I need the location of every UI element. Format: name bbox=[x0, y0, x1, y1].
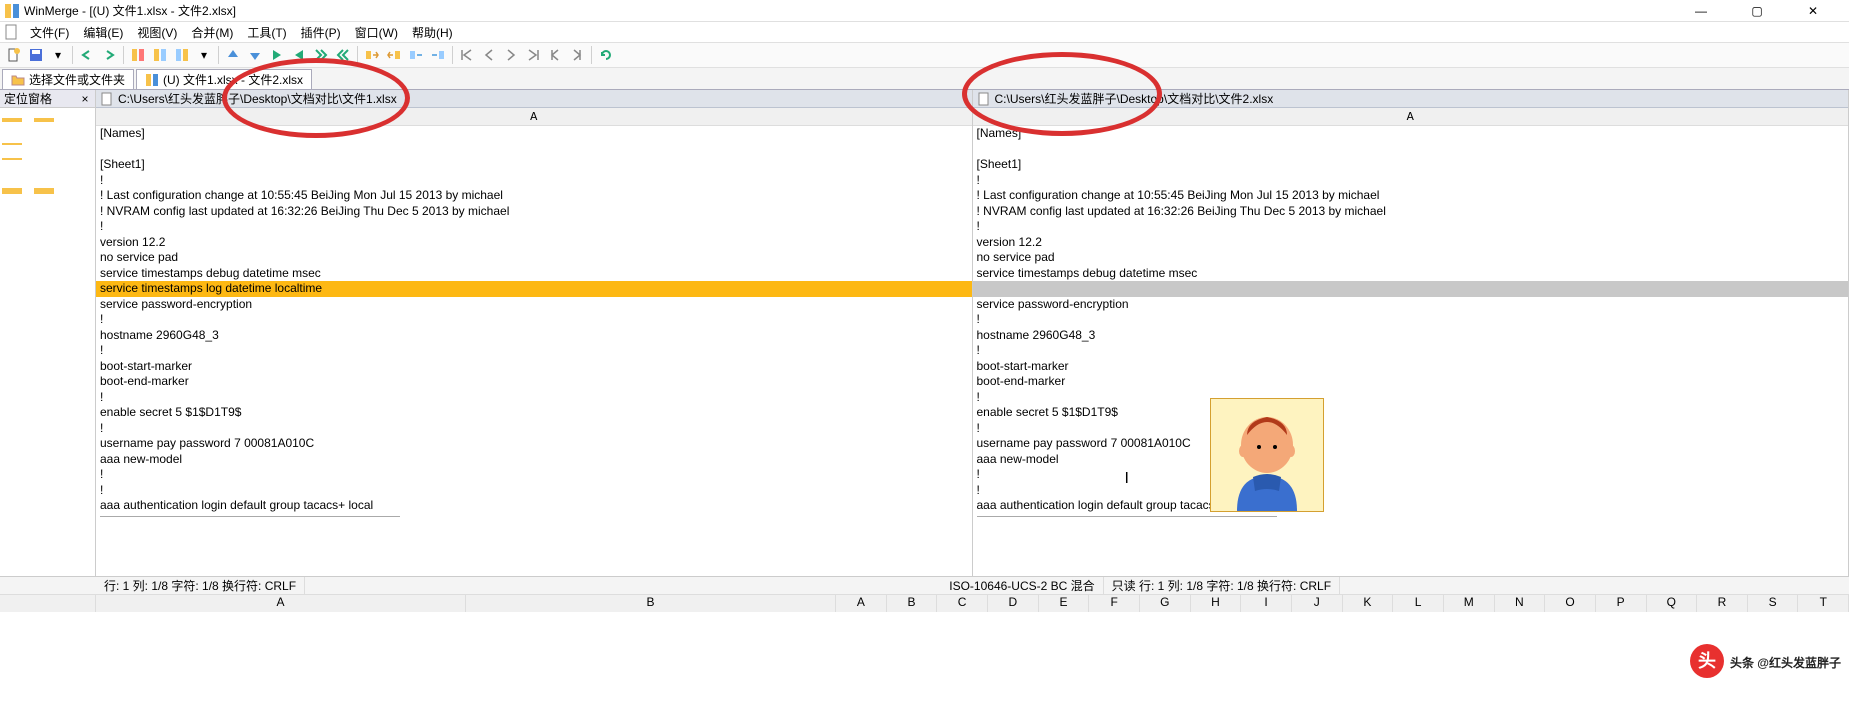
tb-last-icon[interactable] bbox=[523, 45, 543, 65]
tb-redo-icon[interactable] bbox=[99, 45, 119, 65]
tb-copy-right2-icon[interactable] bbox=[406, 45, 426, 65]
close-button[interactable]: ✕ bbox=[1793, 4, 1833, 18]
loc-strip-left[interactable] bbox=[0, 108, 24, 576]
status-right: 行: 1 列: 1/8 字符: 1/8 换行符: CRLF bbox=[1139, 579, 1331, 593]
tb-first-icon[interactable] bbox=[457, 45, 477, 65]
file-icon bbox=[100, 92, 114, 106]
status-left: 行: 1 列: 1/8 字符: 1/8 换行符: CRLF bbox=[96, 577, 305, 594]
watermark-logo-icon: 头条 bbox=[1690, 644, 1724, 678]
left-pane: A [Names] [Sheet1]!! Last configuration … bbox=[96, 90, 973, 576]
doc-icon bbox=[4, 24, 20, 40]
watermark: 头条头条 @红头发蓝胖子 bbox=[1690, 643, 1841, 678]
tb-right-all-icon[interactable] bbox=[311, 45, 331, 65]
tb-dropdown-icon[interactable]: ▾ bbox=[48, 45, 68, 65]
menu-plugins[interactable]: 插件(P) bbox=[295, 23, 347, 42]
statusbar: 行: 1 列: 1/8 字符: 1/8 换行符: CRLF ISO-10646-… bbox=[0, 576, 1849, 594]
menu-tools[interactable]: 工具(T) bbox=[241, 23, 292, 42]
status-encoding: ISO-10646-UCS-2 BC 混合 bbox=[941, 577, 1103, 594]
tb-diff-icon[interactable] bbox=[128, 45, 148, 65]
folder-icon bbox=[11, 73, 25, 87]
bottom-col-headers: ABABCDEFGHIJKLMNOPQRST bbox=[0, 594, 1849, 612]
tb-down-icon[interactable] bbox=[245, 45, 265, 65]
right-path-input[interactable] bbox=[995, 92, 1845, 106]
tab-label: (U) 文件1.xlsx - 文件2.xlsx bbox=[163, 71, 303, 88]
tb-left-icon[interactable] bbox=[289, 45, 309, 65]
menu-edit[interactable]: 编辑(E) bbox=[77, 23, 129, 42]
tb-next-icon[interactable] bbox=[501, 45, 521, 65]
menu-window[interactable]: 窗口(W) bbox=[349, 23, 404, 42]
tb-diff2-icon[interactable] bbox=[150, 45, 170, 65]
avatar-overlay bbox=[1210, 398, 1324, 512]
right-text[interactable]: [Names] [Sheet1]!! Last configuration ch… bbox=[973, 126, 1849, 576]
tab-label: 选择文件或文件夹 bbox=[29, 71, 125, 88]
menubar: 文件(F) 编辑(E) 视图(V) 合并(M) 工具(T) 插件(P) 窗口(W… bbox=[0, 22, 1849, 42]
tb-skip-next-icon[interactable] bbox=[567, 45, 587, 65]
menu-merge[interactable]: 合并(M) bbox=[185, 23, 239, 42]
tb-copy-left2-icon[interactable] bbox=[428, 45, 448, 65]
tb-diff3-icon[interactable] bbox=[172, 45, 192, 65]
window-title: WinMerge - [(U) 文件1.xlsx - 文件2.xlsx] bbox=[24, 2, 1681, 19]
main: 定位窗格 × A [Names] [Sheet1]!! Last configu… bbox=[0, 90, 1849, 576]
text-cursor-icon: I bbox=[1125, 470, 1129, 488]
locpane-title: 定位窗格 bbox=[4, 90, 52, 107]
locpane-close-icon[interactable]: × bbox=[79, 92, 91, 106]
menu-file[interactable]: 文件(F) bbox=[24, 23, 75, 42]
tb-dropdown2-icon[interactable]: ▾ bbox=[194, 45, 214, 65]
maximize-button[interactable]: ▢ bbox=[1737, 4, 1777, 18]
left-path-input[interactable] bbox=[118, 92, 968, 106]
right-pane: A [Names] [Sheet1]!! Last configuration … bbox=[973, 90, 1849, 576]
tb-prev-icon[interactable] bbox=[479, 45, 499, 65]
tab-compare[interactable]: (U) 文件1.xlsx - 文件2.xlsx bbox=[136, 69, 312, 89]
minimize-button[interactable]: — bbox=[1681, 4, 1721, 18]
tb-undo-icon[interactable] bbox=[77, 45, 97, 65]
compare-icon bbox=[145, 73, 159, 87]
file-icon bbox=[977, 92, 991, 106]
menu-help[interactable]: 帮助(H) bbox=[406, 23, 459, 42]
menu-view[interactable]: 视图(V) bbox=[131, 23, 183, 42]
tb-copy-left-icon[interactable] bbox=[384, 45, 404, 65]
tb-save-icon[interactable] bbox=[26, 45, 46, 65]
tb-copy-right-icon[interactable] bbox=[362, 45, 382, 65]
tb-skip-prev-icon[interactable] bbox=[545, 45, 565, 65]
location-pane: 定位窗格 × bbox=[0, 90, 96, 576]
app-icon bbox=[4, 3, 20, 19]
tab-select-files[interactable]: 选择文件或文件夹 bbox=[2, 69, 134, 89]
doc-tabs: 选择文件或文件夹 (U) 文件1.xlsx - 文件2.xlsx bbox=[0, 68, 1849, 90]
left-text[interactable]: [Names] [Sheet1]!! Last configuration ch… bbox=[96, 126, 972, 576]
tb-right-icon[interactable] bbox=[267, 45, 287, 65]
tb-up-icon[interactable] bbox=[223, 45, 243, 65]
tb-left-all-icon[interactable] bbox=[333, 45, 353, 65]
tb-new-icon[interactable] bbox=[4, 45, 24, 65]
left-col-header: A bbox=[96, 108, 972, 126]
right-col-header: A bbox=[973, 108, 1849, 126]
loc-strip-right[interactable] bbox=[32, 108, 56, 576]
tb-refresh-icon[interactable] bbox=[596, 45, 616, 65]
toolbar: ▾ ▾ bbox=[0, 42, 1849, 68]
titlebar: WinMerge - [(U) 文件1.xlsx - 文件2.xlsx] — ▢… bbox=[0, 0, 1849, 22]
